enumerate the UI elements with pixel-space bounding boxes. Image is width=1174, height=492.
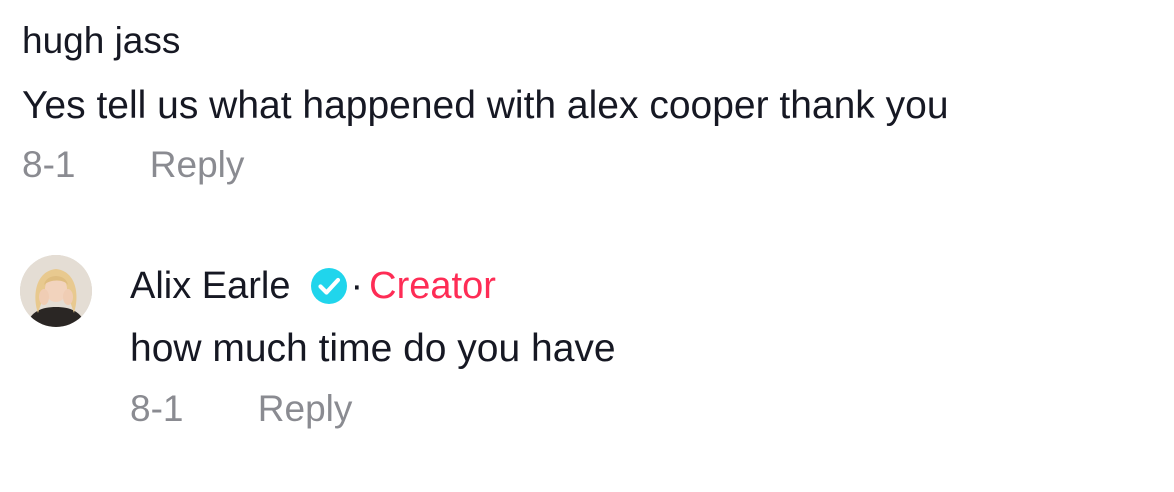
comment-date: 8-1 (22, 144, 76, 185)
avatar[interactable] (20, 255, 92, 327)
comment-text: Yes tell us what happened with alex coop… (22, 84, 949, 127)
separator-dot: · (350, 264, 364, 307)
creator-badge: Creator (369, 264, 496, 307)
reply-button[interactable]: Reply (258, 388, 353, 430)
avatar-image (20, 255, 92, 327)
reply-button[interactable]: Reply (150, 144, 245, 186)
reply-date: 8-1 (130, 388, 184, 429)
verified-check-icon (309, 266, 349, 306)
reply-username[interactable]: Alix Earle (130, 265, 291, 308)
reply-meta: 8-1 Reply (130, 388, 352, 430)
reply-text: how much time do you have (130, 327, 616, 370)
reply-header: Alix Earle · Creator (130, 264, 496, 308)
comment-meta: 8-1 Reply (22, 144, 244, 186)
comment-username[interactable]: hugh jass (22, 20, 180, 62)
